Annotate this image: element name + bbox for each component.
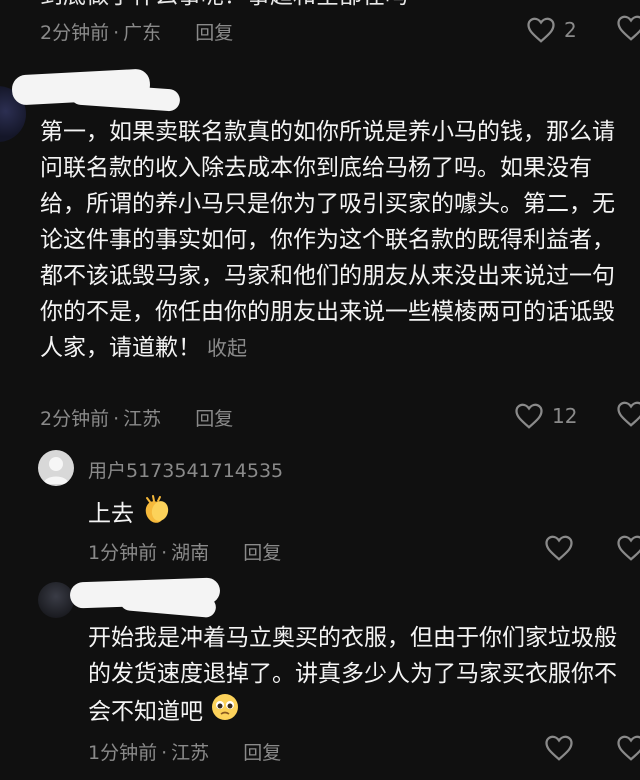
- like-button[interactable]: 2: [526, 16, 577, 44]
- comment-meta: 2分钟前 · 江苏 回复: [40, 408, 234, 430]
- heart-icon-cut: [616, 14, 640, 46]
- comment-time: 2分钟前: [40, 22, 110, 44]
- comment-text: 第一，如果卖联名款真的如你所说是养小马的钱，那么请问联名款的收入除去成本你到底给…: [40, 114, 630, 366]
- comment-location: 广东: [123, 22, 162, 44]
- comment-time: 1分钟前: [88, 742, 158, 764]
- default-avatar-icon[interactable]: [38, 450, 74, 486]
- comment-body: 第一，如果卖联名款真的如你所说是养小马的钱，那么请问联名款的收入除去成本你到底给…: [40, 119, 615, 361]
- comment-location: 江苏: [171, 742, 210, 764]
- heart-icon-cut: [616, 534, 640, 566]
- heart-icon: [545, 535, 573, 561]
- comment-text: 开始我是冲着马立奥买的衣服，但由于你们家垃圾般的发货速度退掉了。讲真多少人为了马…: [88, 620, 633, 733]
- top-comment-meta: 2分钟前 · 广东 回复: [40, 22, 234, 44]
- reply-button[interactable]: 回复: [195, 408, 233, 430]
- like-button[interactable]: [544, 534, 574, 562]
- comment-text: 上去: [88, 494, 173, 535]
- comment-location: 湖南: [171, 542, 210, 564]
- top-comment-text: 到底做了什么事呢？事趋和全部在吗: [40, 0, 600, 8]
- comment-time: 1分钟前: [88, 542, 158, 564]
- avatar[interactable]: [38, 582, 74, 618]
- comment-location: 江苏: [123, 408, 162, 430]
- reply-button[interactable]: 回复: [243, 742, 281, 764]
- like-count: 12: [552, 404, 578, 428]
- pleading-face-emoji: [210, 692, 240, 733]
- like-button[interactable]: [544, 734, 574, 762]
- heart-icon: [545, 735, 573, 761]
- heart-icon-cut: [616, 400, 640, 432]
- like-count: 2: [564, 18, 577, 42]
- comment-meta: 1分钟前 · 江苏 回复: [88, 742, 282, 764]
- heart-icon: [515, 403, 543, 429]
- redacted-username-trail: [69, 82, 181, 112]
- heart-icon-cut: [616, 734, 640, 766]
- like-button[interactable]: 12: [514, 402, 577, 430]
- comment-time: 2分钟前: [40, 408, 110, 430]
- clapping-hands-emoji: [141, 494, 173, 535]
- username[interactable]: 用户5173541714535: [88, 456, 283, 483]
- heart-icon: [527, 17, 555, 43]
- reply-button[interactable]: 回复: [195, 22, 233, 44]
- comment-body: 开始我是冲着马立奥买的衣服，但由于你们家垃圾般的发货速度退掉了。讲真多少人为了马…: [88, 625, 617, 725]
- comment-meta: 1分钟前 · 湖南 回复: [88, 542, 282, 564]
- comment-body: 上去: [88, 501, 134, 527]
- reply-button[interactable]: 回复: [243, 542, 281, 564]
- collapse-button[interactable]: 收起: [207, 336, 247, 360]
